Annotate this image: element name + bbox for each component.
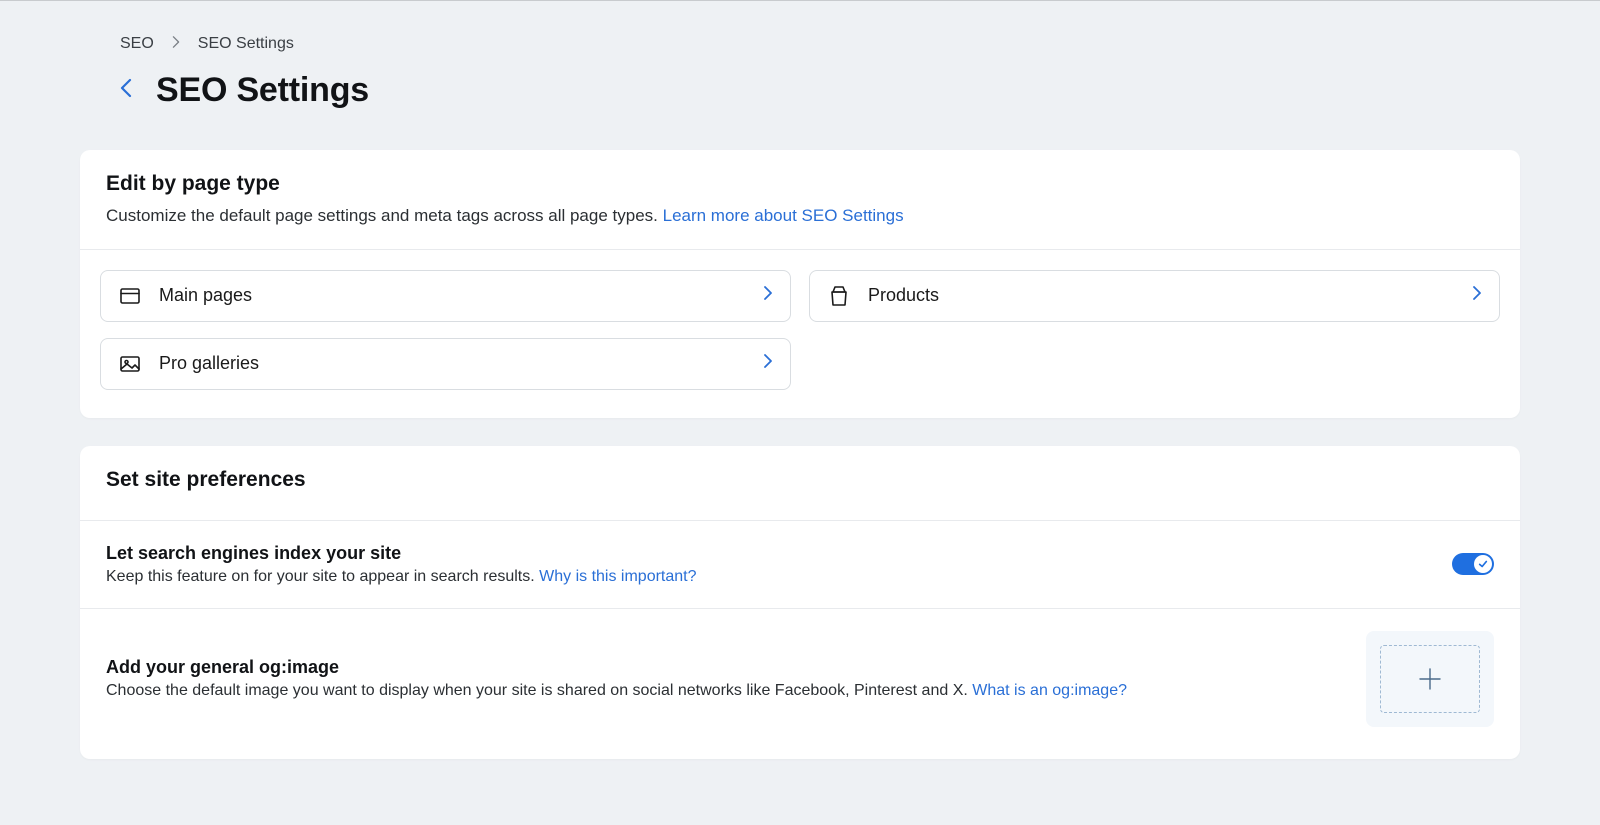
card-header: Set site preferences — [80, 446, 1520, 521]
pref-text: Add your general og:image Choose the def… — [106, 657, 1127, 700]
upload-dropzone — [1380, 645, 1480, 713]
section-title: Edit by page type — [106, 172, 1494, 196]
og-image-upload[interactable] — [1366, 631, 1494, 727]
pref-description: Keep this feature on for your site to ap… — [106, 568, 697, 586]
pref-title: Add your general og:image — [106, 657, 1127, 678]
breadcrumb: SEO SEO Settings — [120, 1, 1520, 53]
card-body: Let search engines index your site Keep … — [80, 521, 1520, 759]
plus-icon — [1417, 666, 1443, 692]
learn-more-link[interactable]: Learn more about SEO Settings — [663, 206, 904, 225]
tile-label: Products — [868, 285, 1455, 306]
site-preferences-card: Set site preferences Let search engines … — [80, 446, 1520, 759]
title-row: SEO Settings — [120, 71, 1520, 110]
index-site-toggle[interactable] — [1452, 553, 1494, 575]
breadcrumb-item-seo-settings[interactable]: SEO Settings — [198, 35, 294, 53]
why-important-link[interactable]: Why is this important? — [539, 568, 696, 585]
card-body: Main pages Products — [80, 250, 1520, 418]
chevron-right-icon — [1473, 286, 1481, 305]
tile-pro-galleries[interactable]: Pro galleries — [100, 338, 791, 390]
image-icon — [119, 353, 141, 375]
shopping-bag-icon — [828, 285, 850, 307]
description-text: Keep this feature on for your site to ap… — [106, 568, 539, 585]
window-icon — [119, 285, 141, 307]
pref-description: Choose the default image you want to dis… — [106, 682, 1127, 700]
pref-title: Let search engines index your site — [106, 543, 697, 564]
breadcrumb-item-seo[interactable]: SEO — [120, 35, 154, 53]
page-title: SEO Settings — [156, 71, 369, 110]
chevron-right-icon — [172, 35, 180, 53]
pref-row-index-site: Let search engines index your site Keep … — [80, 521, 1520, 609]
tile-products[interactable]: Products — [809, 270, 1500, 322]
pref-text: Let search engines index your site Keep … — [106, 543, 697, 586]
tile-label: Pro galleries — [159, 353, 746, 374]
description-text: Choose the default image you want to dis… — [106, 682, 972, 699]
page-header-region: SEO SEO Settings SEO Settings — [40, 1, 1560, 110]
tile-label: Main pages — [159, 285, 746, 306]
check-icon — [1478, 559, 1488, 569]
pref-row-og-image: Add your general og:image Choose the def… — [80, 609, 1520, 759]
chevron-right-icon — [764, 354, 772, 373]
back-button[interactable] — [120, 78, 132, 103]
section-title: Set site preferences — [106, 468, 1494, 492]
tile-main-pages[interactable]: Main pages — [100, 270, 791, 322]
content-region: Edit by page type Customize the default … — [40, 150, 1560, 759]
chevron-left-icon — [120, 78, 132, 98]
toggle-knob — [1474, 555, 1492, 573]
what-is-og-image-link[interactable]: What is an og:image? — [972, 682, 1127, 699]
edit-by-page-type-card: Edit by page type Customize the default … — [80, 150, 1520, 418]
page-type-tiles: Main pages Products — [100, 270, 1500, 390]
description-text: Customize the default page settings and … — [106, 206, 663, 225]
card-header: Edit by page type Customize the default … — [80, 150, 1520, 250]
chevron-right-icon — [764, 286, 772, 305]
section-description: Customize the default page settings and … — [106, 204, 1494, 229]
